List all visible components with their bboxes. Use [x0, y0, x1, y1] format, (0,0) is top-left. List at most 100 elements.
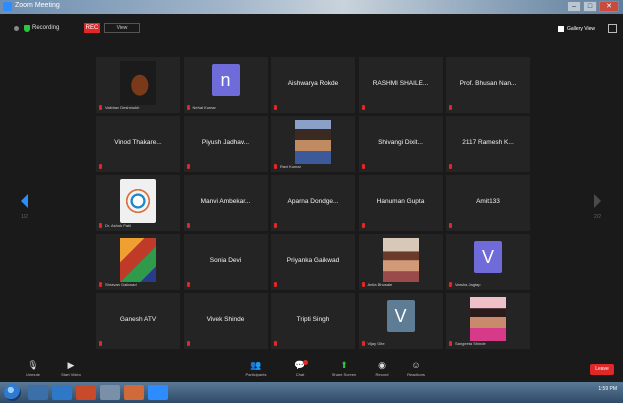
muted-microphone-icon [99, 341, 102, 346]
participant-caption: Anita Bhosale [367, 282, 393, 287]
participant-tile[interactable]: Shivangi Dixit... [358, 116, 443, 172]
record-label: Record [375, 372, 389, 377]
participant-tile[interactable]: 2117 Ramesh K... [446, 116, 530, 172]
muted-microphone-icon [99, 105, 102, 110]
participant-tile[interactable]: Dr. Ashok Patil [96, 175, 180, 231]
participant-tile[interactable]: n Nehal Kumar [183, 57, 268, 113]
participants-icon: 👥 [250, 360, 262, 370]
muted-microphone-icon [274, 282, 277, 287]
participant-avatar: V [474, 241, 502, 273]
info-icon[interactable] [14, 26, 19, 31]
participant-video-thumbnail [120, 61, 156, 105]
participant-name: Ganesh ATV [119, 316, 157, 323]
start-menu-icon[interactable] [4, 384, 21, 401]
muted-microphone-icon [274, 223, 277, 228]
fullscreen-icon[interactable] [608, 24, 617, 33]
muted-microphone-icon [274, 341, 277, 346]
leave-meeting-button[interactable]: Leave [590, 364, 614, 375]
microphone-icon: 🎙 [27, 360, 39, 370]
share-screen-label: Share Screen [331, 372, 357, 377]
muted-microphone-icon [361, 223, 365, 228]
participant-name: Shivangi Dixit... [378, 139, 423, 146]
taskbar-chrome-icon[interactable] [124, 385, 144, 400]
participant-name: RASHMI SHAILE... [372, 80, 429, 87]
muted-microphone-icon [361, 164, 365, 169]
participant-tile[interactable]: Shravan Gaikwad [96, 234, 180, 290]
participant-tile[interactable]: Sangeeta Shinde [446, 293, 530, 349]
gallery-view-button[interactable]: Gallery View [558, 24, 597, 34]
participant-caption: Ravi Kumar [280, 164, 301, 169]
muted-microphone-icon [449, 282, 452, 287]
participant-video-thumbnail [295, 120, 331, 164]
participant-tile[interactable]: Aishwarya Rokde [271, 57, 355, 113]
meeting-top-bar: Recording REC View Gallery View [0, 14, 623, 44]
record-button[interactable]: ◉ Record [367, 360, 397, 380]
muted-microphone-icon [361, 105, 365, 110]
unmute-label: Unmute [25, 372, 40, 377]
start-video-label: Start Video [61, 372, 81, 377]
close-button[interactable]: ✕ [599, 1, 619, 12]
participant-caption: Vijay Gite [367, 341, 385, 346]
participant-tile[interactable]: V Varsha Jagtap [446, 234, 530, 290]
participant-tile[interactable]: V Vijay Gite [358, 293, 443, 349]
view-options-button[interactable]: View [104, 23, 140, 33]
muted-microphone-icon [99, 164, 102, 169]
os-taskbar: 1:59 PM [0, 382, 623, 403]
participant-caption: Varsha Jagtap [455, 282, 481, 287]
muted-microphone-icon [186, 164, 190, 169]
participant-tile[interactable]: Anita Bhosale [358, 234, 443, 290]
minimize-button[interactable]: – [567, 1, 581, 12]
participant-tile[interactable]: Priyanka Gaikwad [271, 234, 355, 290]
participant-tile[interactable]: Sonia Devi [183, 234, 268, 290]
muted-microphone-icon [186, 105, 190, 110]
participant-tile[interactable]: Manvi Ambekar... [183, 175, 268, 231]
participant-tile[interactable]: Aparna Dondge... [271, 175, 355, 231]
participant-name: 2117 Ramesh K... [462, 139, 514, 146]
share-screen-button[interactable]: ⬆ Share Screen [329, 360, 359, 380]
participant-tile[interactable]: Tripti Singh [271, 293, 355, 349]
muted-microphone-icon [274, 164, 277, 169]
chat-label: Chat [295, 372, 305, 377]
chat-button[interactable]: 💬 Chat [285, 360, 315, 380]
zoom-app-icon [3, 2, 12, 11]
participant-name: Sonia Devi [209, 257, 242, 264]
participant-name: Aishwarya Rokde [287, 80, 339, 87]
participant-tile[interactable]: Ravi Kumar [271, 116, 355, 172]
participant-name: Hanuman Gupta [376, 198, 425, 205]
unmute-button[interactable]: 🎙 Unmute [18, 360, 48, 380]
participant-video-thumbnail [120, 238, 156, 282]
share-screen-icon: ⬆ [340, 360, 348, 370]
muted-microphone-icon [449, 105, 452, 110]
participant-tile[interactable]: Hanuman Gupta [358, 175, 443, 231]
participant-caption: Sangeeta Shinde [455, 341, 486, 346]
taskbar-zoom-icon[interactable] [148, 385, 168, 400]
participant-tile[interactable]: Ganesh ATV [96, 293, 180, 349]
taskbar-browser-icon[interactable] [52, 385, 72, 400]
taskbar-explorer-icon[interactable] [28, 385, 48, 400]
next-page-arrow-icon[interactable] [594, 194, 601, 208]
muted-microphone-icon [186, 282, 190, 287]
muted-microphone-icon [99, 223, 102, 228]
security-shield-icon[interactable] [24, 25, 30, 32]
participant-caption: Vaibhav Deshmukh [105, 105, 140, 110]
participant-tile[interactable]: RASHMI SHAILE... [358, 57, 443, 113]
participant-tile[interactable]: Amit133 [446, 175, 530, 231]
participant-tile[interactable]: Piyush Jadhav... [183, 116, 268, 172]
meeting-control-bar: 🎙 Unmute ▶ Start Video 👥 Participants 💬 … [0, 358, 623, 382]
previous-page-arrow-icon[interactable] [21, 194, 28, 208]
window-controls: – □ ✕ [567, 1, 619, 12]
participants-button[interactable]: 👥 Participants [241, 360, 271, 380]
participant-tile[interactable]: Vinod Thakare... [96, 116, 180, 172]
chat-notification-badge [303, 360, 308, 365]
participant-tile[interactable]: Vaibhav Deshmukh [96, 57, 180, 113]
taskbar-app-icon[interactable] [100, 385, 120, 400]
maximize-button[interactable]: □ [583, 1, 597, 12]
muted-microphone-icon [274, 105, 277, 110]
reactions-label: Reactions [407, 372, 425, 377]
reactions-button[interactable]: ☺ Reactions [401, 360, 431, 380]
taskbar-media-icon[interactable] [76, 385, 96, 400]
start-video-button[interactable]: ▶ Start Video [56, 360, 86, 380]
participant-tile[interactable]: Prof. Bhusan Nan... [446, 57, 530, 113]
participant-tile[interactable]: Vivek Shinde [183, 293, 268, 349]
participants-label: Participants [245, 372, 267, 377]
